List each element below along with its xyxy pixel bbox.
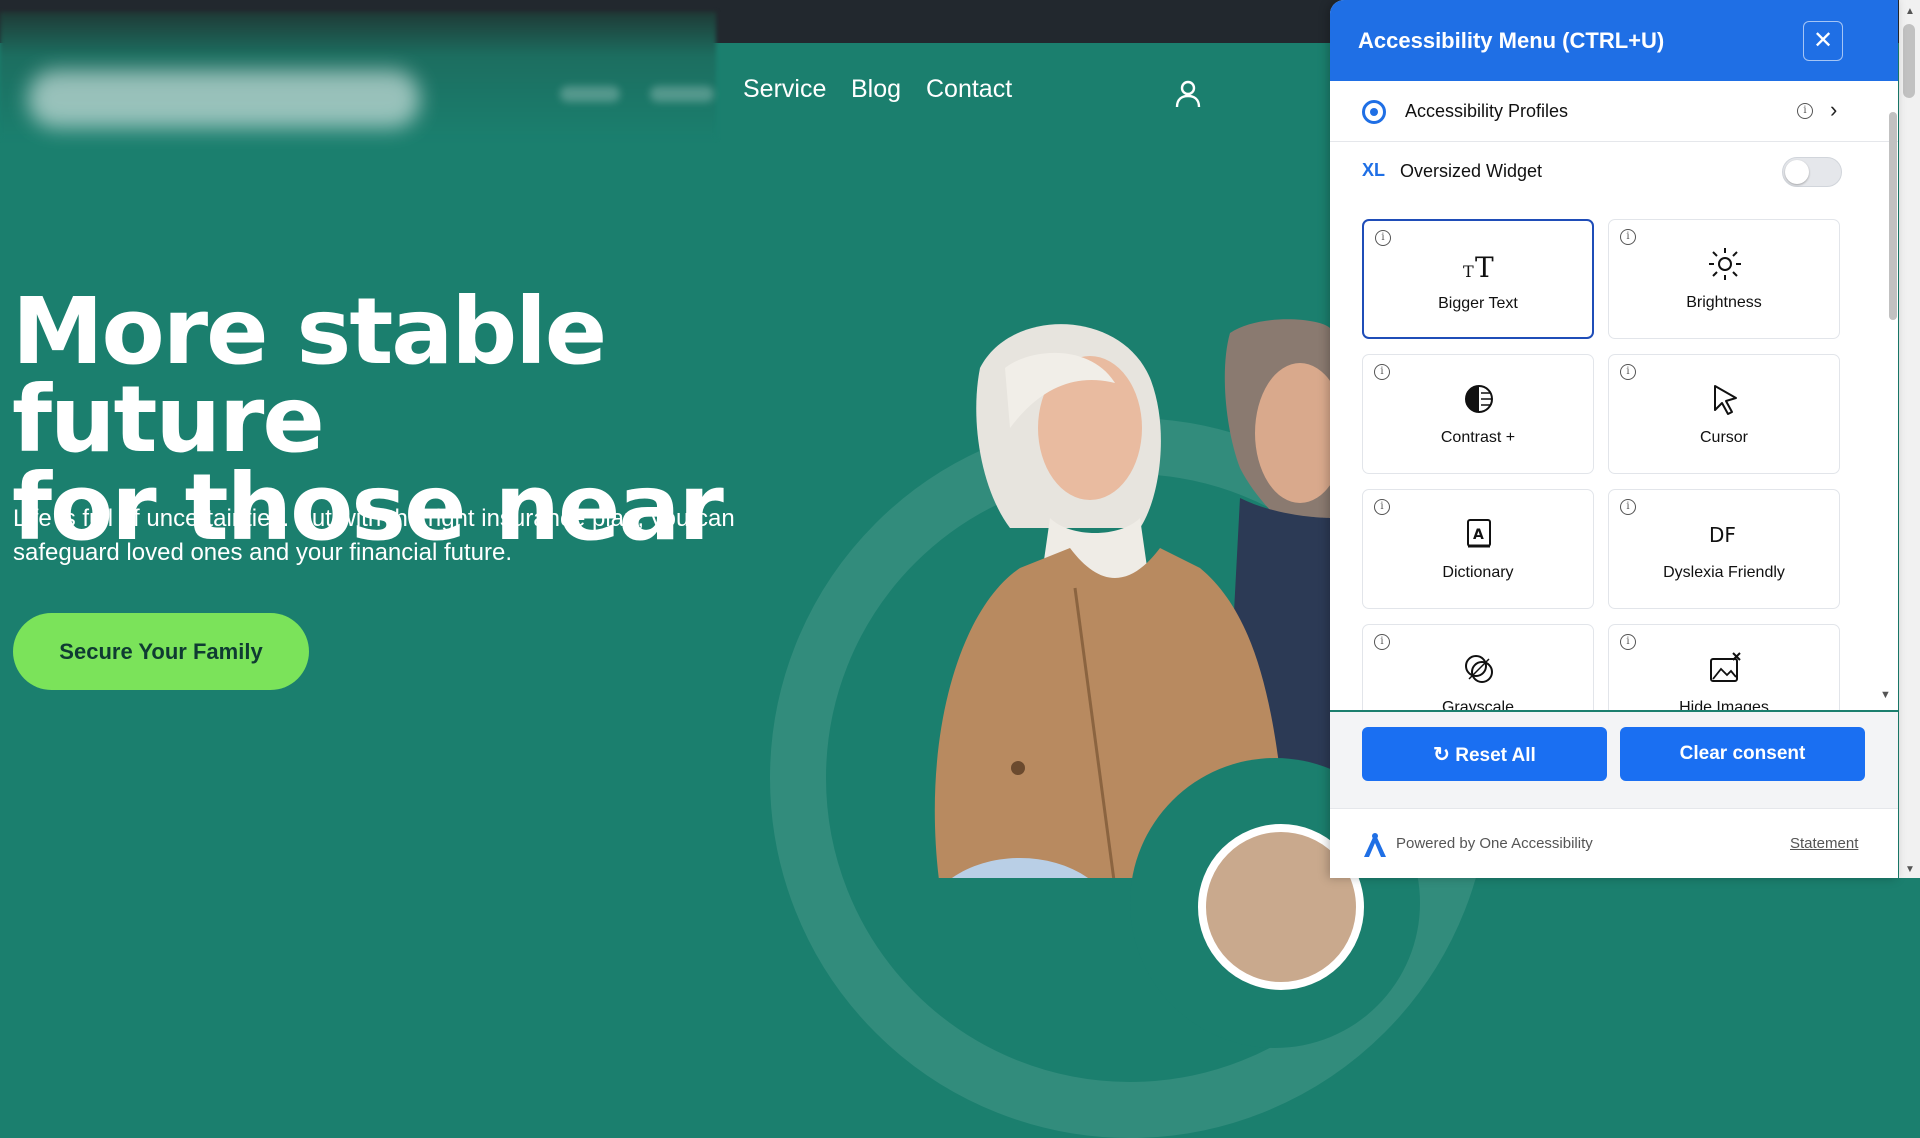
info-icon[interactable]: i [1620, 499, 1636, 515]
oversized-widget-label: Oversized Widget [1400, 161, 1543, 181]
scroll-down-arrow-icon[interactable]: ▼ [1905, 864, 1915, 875]
panel-actions: ↻ Reset All Clear consent [1330, 710, 1898, 808]
user-account-icon[interactable] [1174, 79, 1202, 109]
info-icon[interactable]: i [1620, 364, 1636, 380]
tile-contrast[interactable]: i Contrast + [1362, 354, 1594, 474]
oversized-widget-row: XL Oversized Widget [1330, 142, 1898, 202]
one-accessibility-logo-icon [1364, 833, 1386, 857]
hero-subtitle-line-1: Life is full of uncertainties. But with … [13, 505, 735, 532]
panel-title: Accessibility Menu (CTRL+U) [1358, 28, 1665, 53]
reset-all-button[interactable]: ↻ Reset All [1362, 727, 1607, 781]
info-icon[interactable]: i [1620, 229, 1636, 245]
hide-images-icon [1710, 652, 1741, 682]
info-icon[interactable]: i [1374, 499, 1390, 515]
hero-title-line-1: More stable future [12, 278, 607, 473]
hero-subtitle-line-2: safeguard loved ones and your financial … [13, 539, 512, 566]
nav-link-service[interactable]: Service [743, 75, 826, 104]
statement-link[interactable]: Statement [1790, 835, 1858, 852]
tile-label: Contrast + [1440, 429, 1516, 446]
secure-family-button[interactable]: Secure Your Family [13, 613, 309, 690]
xl-badge: XL [1362, 160, 1386, 180]
tile-label: Dictionary [1442, 564, 1514, 581]
nav-link-blog[interactable]: Blog [851, 75, 901, 104]
panel-scrollbar-thumb[interactable] [1889, 112, 1897, 320]
tile-label: Dyslexia Friendly [1663, 564, 1785, 581]
tile-label: Bigger Text [1438, 295, 1518, 312]
nav-link-contact[interactable]: Contact [926, 75, 1012, 104]
tile-brightness[interactable]: i Brightness [1608, 219, 1840, 339]
svg-text:A: A [1473, 527, 1484, 543]
tile-dictionary[interactable]: i A Dictionary [1362, 489, 1594, 609]
scroll-up-arrow-icon[interactable]: ▲ [1905, 6, 1915, 17]
hero-subtitle: Life is full of uncertainties. But with … [13, 502, 773, 570]
accessibility-panel: Accessibility Menu (CTRL+U) ✕ Accessibil… [1330, 0, 1898, 878]
bigger-text-icon: T T [1463, 251, 1494, 284]
panel-scroll-down-icon[interactable]: ▼ [1880, 689, 1891, 701]
powered-by-text[interactable]: Powered by One Accessibility [1396, 835, 1593, 852]
accessibility-profiles-row[interactable]: Accessibility Profiles i › [1330, 81, 1898, 142]
contrast-icon [1465, 385, 1493, 413]
profiles-label: Accessibility Profiles [1405, 101, 1569, 121]
grayscale-icon [1465, 655, 1493, 683]
info-icon[interactable]: i [1797, 103, 1813, 119]
nav-link-blurred[interactable] [650, 86, 714, 102]
reset-icon: ↻ [1433, 743, 1450, 766]
page-scrollbar[interactable] [1899, 0, 1920, 878]
dyslexia-icon: DF [1709, 523, 1736, 547]
panel-scroll-area[interactable]: Accessibility Profiles i › XL Oversized … [1330, 81, 1898, 744]
tile-bigger-text[interactable]: i T T Bigger Text [1362, 219, 1594, 339]
powered-by-footer: Powered by One Accessibility Statement [1330, 808, 1898, 878]
page-scrollbar-thumb[interactable] [1903, 24, 1915, 98]
tile-label: Cursor [1699, 429, 1748, 446]
close-panel-button[interactable]: ✕ [1803, 21, 1843, 61]
tile-cursor[interactable]: i Cursor [1608, 354, 1840, 474]
brightness-icon [1709, 248, 1741, 280]
tile-dyslexia-friendly[interactable]: i DF Dyslexia Friendly [1608, 489, 1840, 609]
svg-text:T: T [1475, 251, 1494, 284]
info-icon[interactable]: i [1374, 364, 1390, 380]
profiles-radio-icon [1362, 100, 1386, 124]
info-icon[interactable]: i [1620, 634, 1636, 650]
nav-link-blurred[interactable] [560, 86, 620, 102]
dictionary-icon: A [1467, 519, 1491, 548]
info-icon[interactable]: i [1375, 230, 1391, 246]
svg-text:DF: DF [1709, 523, 1736, 547]
info-icon[interactable]: i [1374, 634, 1390, 650]
clear-consent-button[interactable]: Clear consent [1620, 727, 1865, 781]
reset-all-label: Reset All [1455, 744, 1536, 766]
cursor-icon [1714, 385, 1737, 415]
tile-label: Brightness [1686, 294, 1762, 311]
site-logo-blurred[interactable] [28, 70, 420, 128]
chevron-right-icon[interactable]: › [1830, 97, 1837, 123]
oversized-widget-toggle[interactable] [1782, 157, 1842, 187]
panel-header: Accessibility Menu (CTRL+U) ✕ [1330, 0, 1898, 81]
svg-text:T: T [1463, 262, 1474, 281]
